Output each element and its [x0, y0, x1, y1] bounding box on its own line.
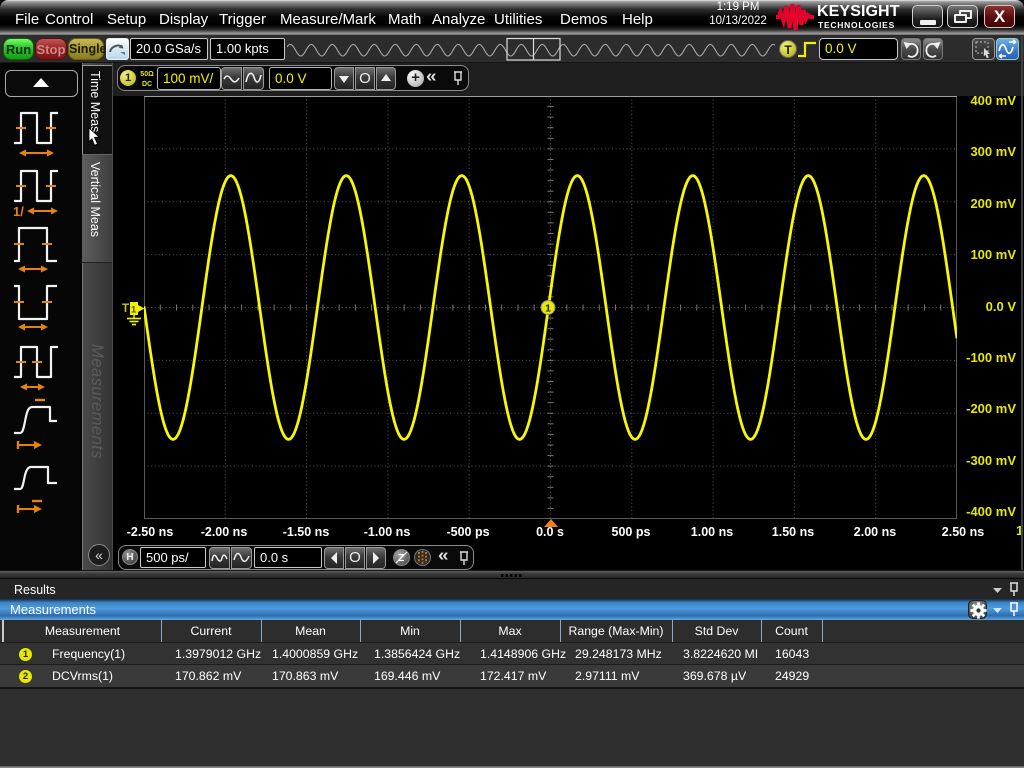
svg-text:T: T: [122, 303, 129, 315]
svg-text:1: 1: [545, 303, 551, 315]
svg-text:1: 1: [131, 305, 137, 316]
svg-text:1/: 1/: [13, 204, 24, 219]
